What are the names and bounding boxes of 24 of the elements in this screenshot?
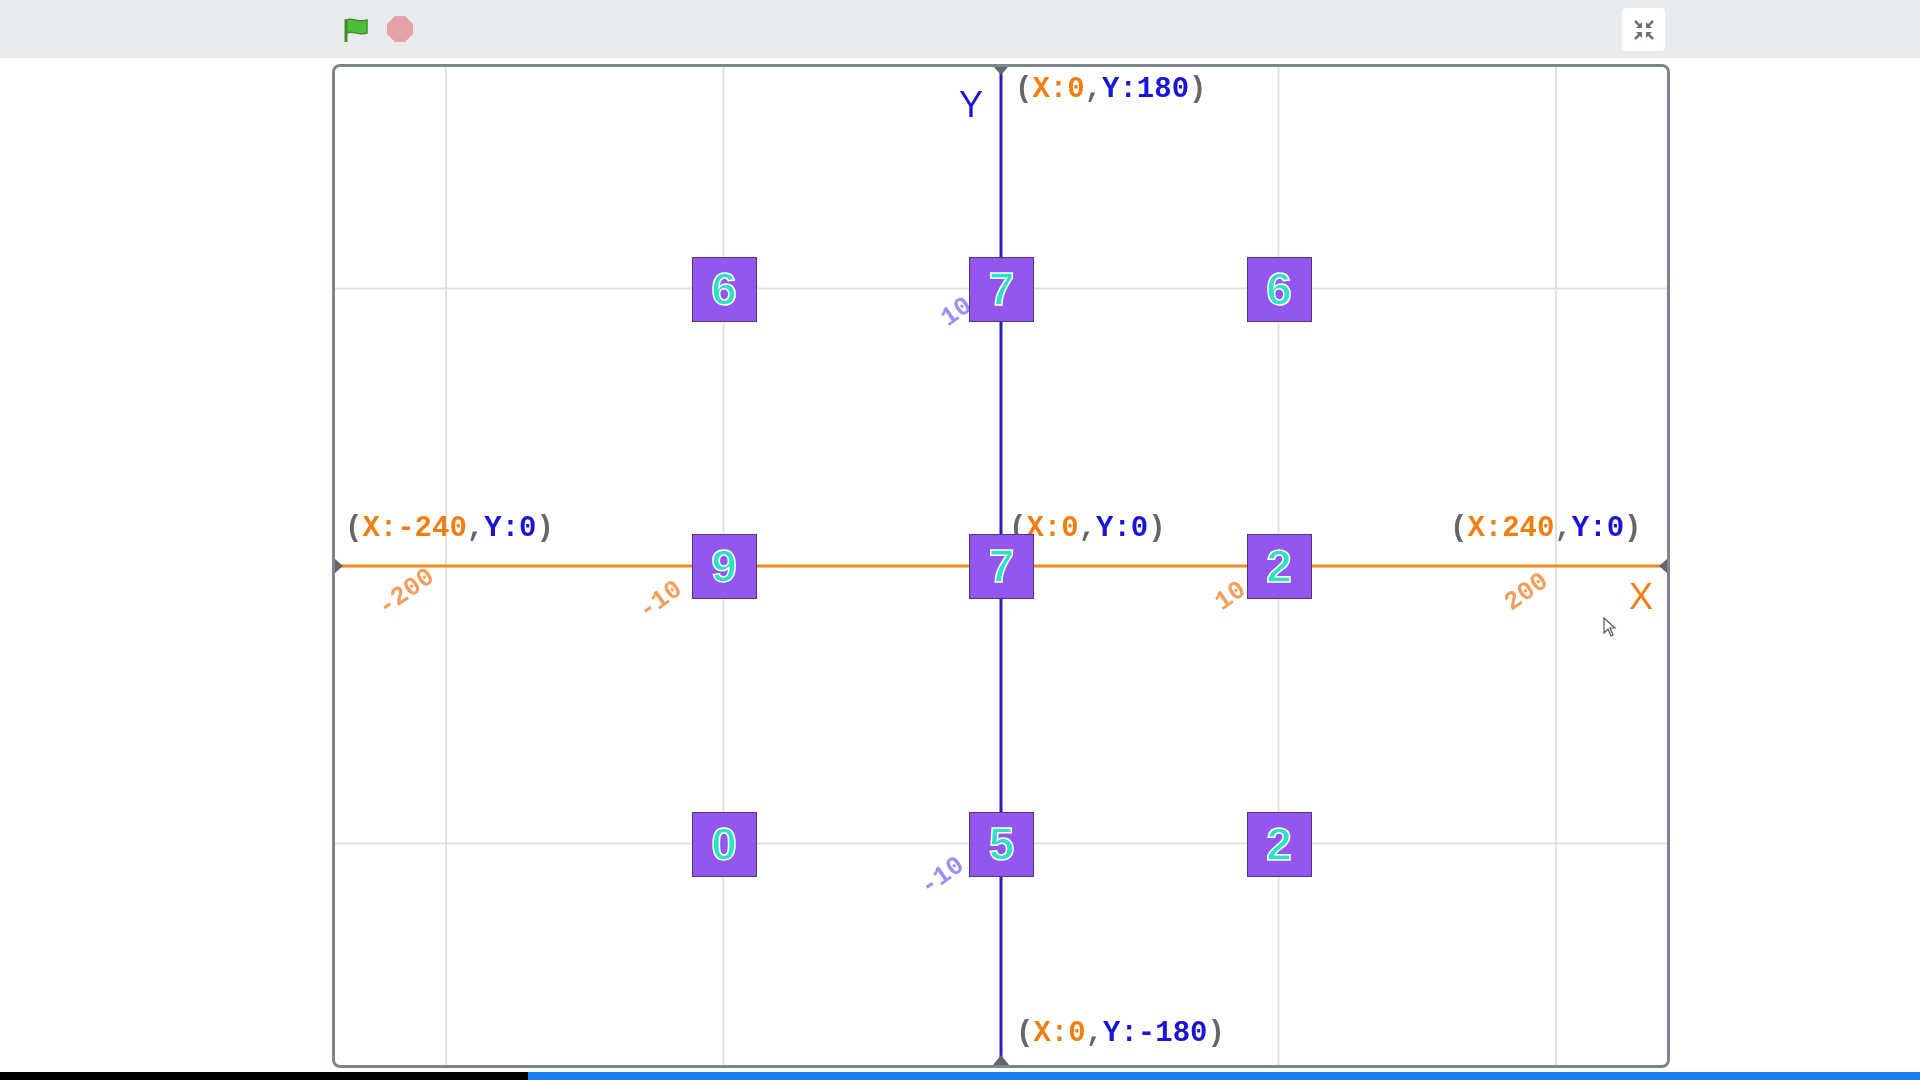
coordinate-label: (X:-240,Y:0) bbox=[345, 514, 554, 543]
video-progress-bar[interactable] bbox=[0, 1072, 1920, 1080]
number-tile: 6 bbox=[1246, 256, 1312, 322]
number-tile: 6 bbox=[691, 256, 757, 322]
coordinate-label: (X:240,Y:0) bbox=[1450, 514, 1642, 543]
number-tile: 7 bbox=[969, 534, 1034, 599]
number-tile: 7 bbox=[969, 256, 1034, 322]
axis-letter: Y bbox=[959, 87, 983, 123]
tick-label: -10 bbox=[915, 851, 970, 901]
coordinate-label: (X:0,Y:-180) bbox=[1016, 1019, 1225, 1048]
flag-icon[interactable] bbox=[343, 17, 371, 43]
tick-label: 200 bbox=[1499, 567, 1554, 617]
axis-letter: X bbox=[1629, 579, 1653, 615]
number-tile: 0 bbox=[691, 811, 757, 877]
exit-fullscreen-button[interactable] bbox=[1622, 8, 1665, 51]
number-tile: 2 bbox=[1246, 534, 1312, 599]
tick-label: -10 bbox=[633, 575, 688, 625]
tick-label: -200 bbox=[373, 563, 440, 621]
mouse-pointer-icon bbox=[1603, 617, 1617, 637]
coordinate-label: (X:0,Y:180) bbox=[1015, 75, 1207, 104]
number-tile: 9 bbox=[691, 534, 757, 599]
number-tile: 5 bbox=[969, 811, 1034, 877]
number-tile: 2 bbox=[1246, 811, 1312, 877]
exit-fullscreen-icon bbox=[1632, 18, 1655, 41]
